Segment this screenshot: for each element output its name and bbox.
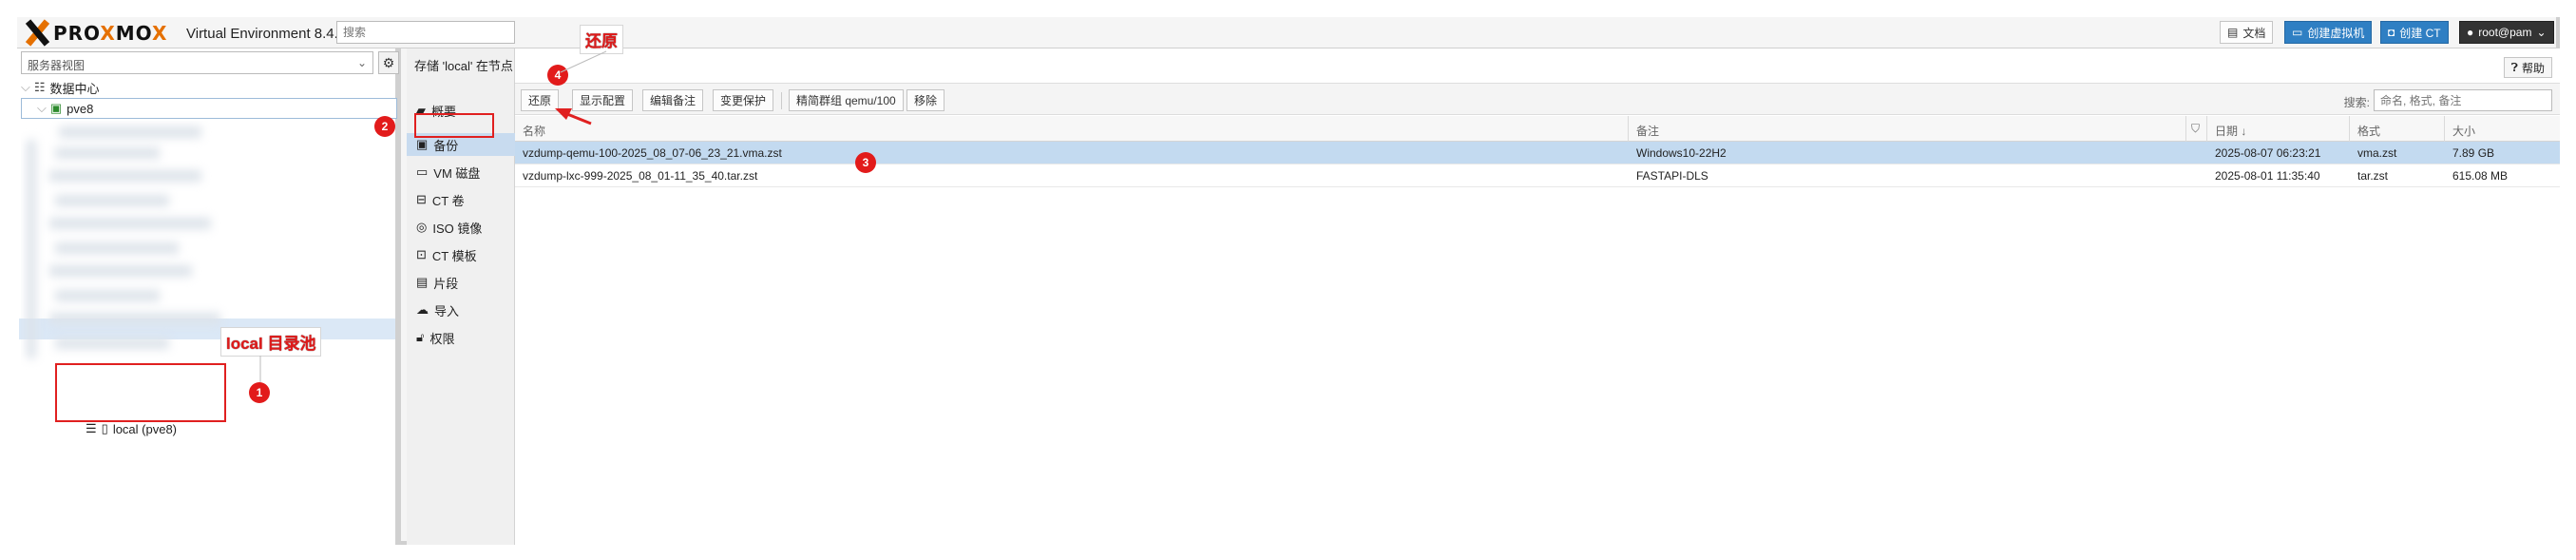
backup-date: 2025-08-07 06:23:21 xyxy=(2215,146,2321,160)
resource-tree-panel: 服务器视图 ⌄ ⚙ ⌵ ☷ 数据中心 ⌵ ▣ pve8 ☰ ▯ local (p… xyxy=(17,48,401,545)
app-window: PROXMOX Virtual Environment 8.4.5 ▤文档 ▭创… xyxy=(17,17,2560,545)
column-header-name[interactable]: 名称 xyxy=(515,116,1629,142)
restore-button[interactable]: 还原 xyxy=(521,89,560,111)
backup-size: 615.08 MB xyxy=(2452,169,2509,183)
unlock-icon: 🔓︎ xyxy=(416,330,425,344)
annotation-badge-4: 4 xyxy=(547,65,568,86)
global-search-input[interactable] xyxy=(336,21,515,44)
gear-icon[interactable]: ⚙ xyxy=(378,51,399,74)
proxmox-logo: PROXMOX xyxy=(23,20,167,46)
backup-format: vma.zst xyxy=(2357,146,2397,160)
server-rack-icon: ☷ xyxy=(33,80,46,94)
backup-notes: FASTAPI-DLS xyxy=(1636,169,1708,183)
backup-name: vzdump-qemu-100-2025_08_07-06_23_21.vma.… xyxy=(523,146,782,160)
column-header-date[interactable]: 日期 ↓ xyxy=(2207,116,2350,142)
view-selector[interactable]: 服务器视图 ⌄ xyxy=(21,51,373,74)
show-config-button[interactable]: 显示配置 xyxy=(572,89,634,111)
tree-item-local-storage[interactable]: ☰ ▯ local (pve8) xyxy=(86,421,177,436)
template-icon: ⊡ xyxy=(416,247,427,261)
backup-date: 2025-08-01 11:35:40 xyxy=(2215,169,2320,183)
menu-item-ct-templates[interactable]: ⊡ CT 模板 xyxy=(407,243,515,266)
backup-toolbar: 还原 显示配置 编辑备注 变更保护 精简群组 qemu/100 移除 搜索: xyxy=(515,83,2560,115)
menu-item-import[interactable]: ☁ 导入 xyxy=(407,299,515,321)
menu-item-iso-images[interactable]: ◎ ISO 镜像 xyxy=(407,216,515,239)
floppy-icon: ▣ xyxy=(416,137,429,151)
user-icon: ● xyxy=(2467,26,2474,39)
chevron-down-icon: ⌄ xyxy=(2536,26,2547,39)
table-row[interactable]: vzdump-lxc-999-2025_08_01-11_35_40.tar.z… xyxy=(515,164,2560,187)
column-header-format[interactable]: 格式 xyxy=(2350,116,2445,142)
backup-table: 名称 备注 ⛉ 日期 ↓ 格式 大小 vzdump-qemu-100-2025_… xyxy=(515,116,2560,187)
collapse-icon: ⌵ xyxy=(21,80,30,94)
storage-icon: ▯ xyxy=(101,421,108,435)
help-button[interactable]: ❓︎ 帮助 xyxy=(2503,57,2552,78)
blurred-tree-items xyxy=(21,121,393,374)
column-header-size[interactable]: 大小 xyxy=(2445,116,2560,142)
collapse-icon: ⌵ xyxy=(37,101,47,115)
menu-item-ct-volumes[interactable]: ⊟ CT 卷 xyxy=(407,188,515,211)
annotation-badge-3: 3 xyxy=(855,152,876,173)
backup-notes: Windows10-22H2 xyxy=(1636,146,1727,160)
proxmox-x-icon xyxy=(23,20,51,46)
hdd-icon: ▭ xyxy=(416,164,429,179)
backup-name: vzdump-lxc-999-2025_08_01-11_35_40.tar.z… xyxy=(523,169,758,183)
disc-icon: ◎ xyxy=(416,220,428,234)
change-protection-button[interactable]: 变更保护 xyxy=(713,89,774,111)
menu-item-snippets[interactable]: ▤ 片段 xyxy=(407,271,515,294)
monitor-icon: ▭ xyxy=(2292,26,2303,39)
backup-content-panel: ❓︎ 帮助 还原 显示配置 编辑备注 变更保护 精简群组 qemu/100 移除 … xyxy=(515,48,2560,545)
version-label: Virtual Environment 8.4.5 xyxy=(186,26,347,42)
annotation-badge-1: 1 xyxy=(249,382,270,403)
ct-volume-icon: ⊟ xyxy=(416,192,427,206)
annotation-box-backup-menu xyxy=(414,113,494,138)
user-menu-button[interactable]: ● root@pam ⌄ xyxy=(2459,21,2554,44)
annotation-callout-restore: 还原 xyxy=(580,25,623,54)
column-header-notes[interactable]: 备注 xyxy=(1629,116,2186,142)
question-icon: ❓︎ xyxy=(2510,60,2518,74)
create-ct-button[interactable]: ◘ 创建 CT xyxy=(2380,21,2449,44)
annotation-badge-2: 2 xyxy=(374,116,395,137)
book-icon: ▤ xyxy=(2227,26,2239,39)
node-online-icon: ▣ xyxy=(49,101,63,115)
docs-button[interactable]: ▤ 文档 xyxy=(2220,21,2274,44)
shield-icon[interactable]: ⛉ xyxy=(2186,116,2207,142)
top-bar: PROXMOX Virtual Environment 8.4.5 ▤文档 ▭创… xyxy=(17,17,2556,48)
create-vm-button[interactable]: ▭ 创建虚拟机 xyxy=(2284,21,2373,44)
menu-item-permissions[interactable]: 🔓︎ 权限 xyxy=(407,326,515,349)
backup-format: tar.zst xyxy=(2357,169,2389,183)
table-header: 名称 备注 ⛉ 日期 ↓ 格式 大小 xyxy=(515,116,2560,142)
search-label: 搜索: xyxy=(2343,96,2370,109)
file-icon: ▤ xyxy=(416,275,429,289)
annotation-callout-local-pool: local 目录池 xyxy=(220,327,322,357)
toolbar-separator xyxy=(781,92,782,109)
remove-button[interactable]: 移除 xyxy=(906,89,945,111)
cloud-icon: ☁ xyxy=(416,302,429,317)
edit-notes-button[interactable]: 编辑备注 xyxy=(642,89,704,111)
backup-size: 7.89 GB xyxy=(2452,146,2495,160)
chevron-down-icon: ⌄ xyxy=(356,56,367,69)
tree-item-node[interactable]: ⌵ ▣ pve8 xyxy=(21,98,397,119)
backup-search-input[interactable] xyxy=(2374,89,2552,111)
cube-icon: ◘ xyxy=(2388,26,2395,39)
menu-item-vm-disks[interactable]: ▭ VM 磁盘 xyxy=(407,161,515,183)
tree-item-datacenter[interactable]: ⌵ ☷ 数据中心 xyxy=(19,77,100,98)
table-row[interactable]: vzdump-qemu-100-2025_08_07-06_23_21.vma.… xyxy=(515,142,2560,164)
annotation-box-local-storage xyxy=(55,363,226,422)
database-icon: ☰ xyxy=(86,421,97,435)
prune-group-button[interactable]: 精简群组 qemu/100 xyxy=(789,89,904,111)
